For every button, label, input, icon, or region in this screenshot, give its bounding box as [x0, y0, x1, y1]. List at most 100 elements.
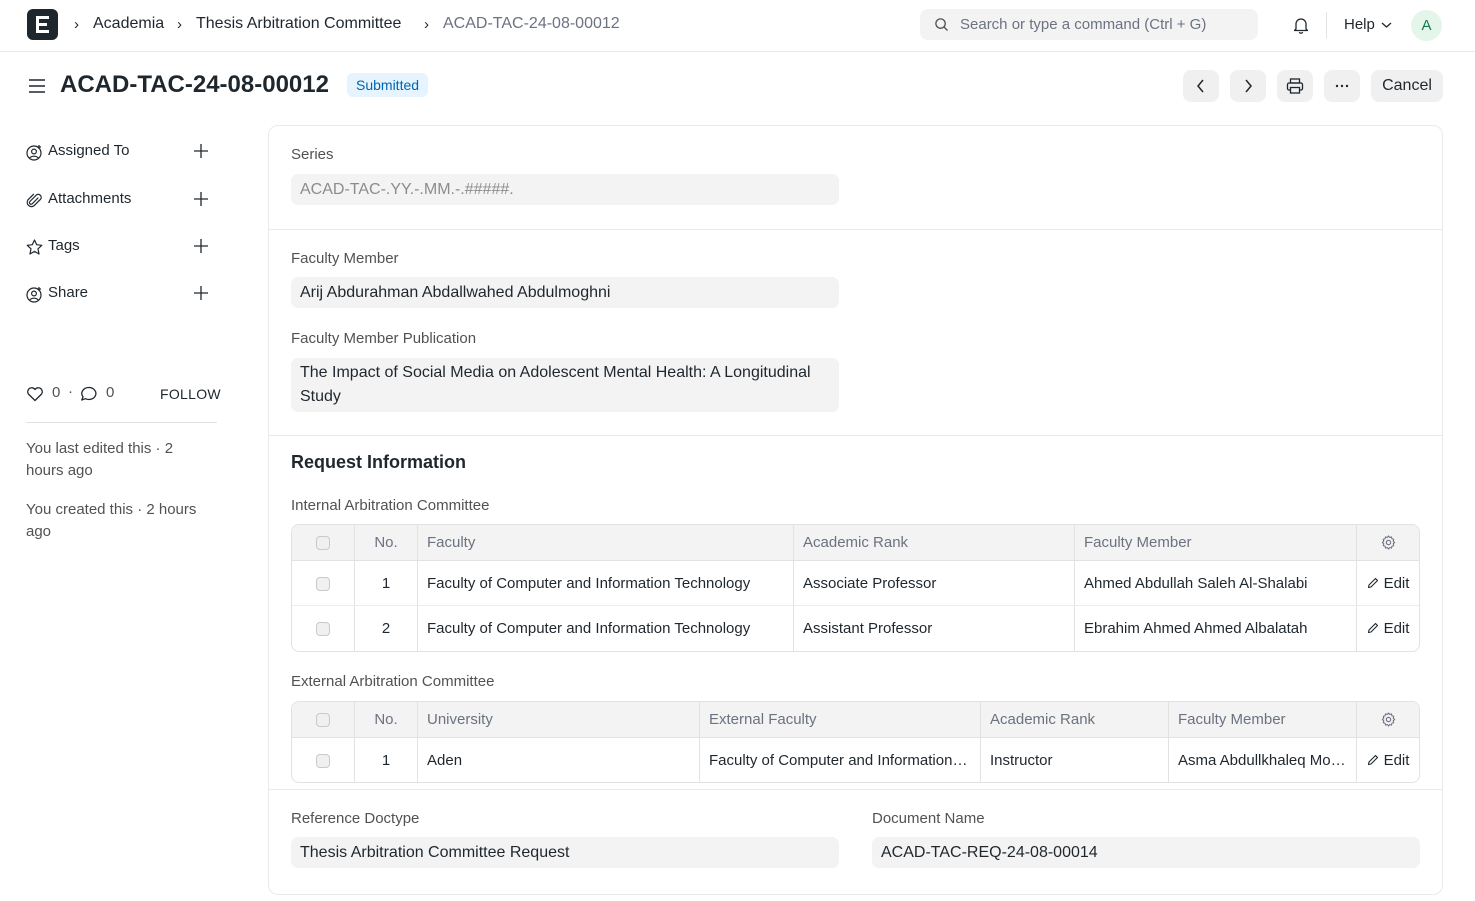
document-stats: 0 · 0 FOLLOW	[26, 383, 221, 423]
table-row[interactable]: 2 Faculty of Computer and Information Te…	[292, 606, 1419, 651]
print-button[interactable]	[1277, 70, 1313, 102]
notification-bell-icon[interactable]	[1291, 15, 1311, 35]
cell-academic-rank[interactable]: Assistant Professor	[794, 606, 1075, 651]
breadcrumb-academia[interactable]: Academia	[93, 15, 164, 33]
cell-academic-rank[interactable]: Associate Professor	[794, 561, 1075, 605]
reference-doctype-field[interactable]: Thesis Arbitration Committee Request	[291, 837, 839, 868]
row-select-cell	[292, 606, 355, 651]
column-header-academic-rank: Academic Rank	[794, 525, 1075, 560]
cell-faculty-member[interactable]: Ebrahim Ahmed Ahmed Albalatah	[1075, 606, 1357, 651]
cell-faculty[interactable]: Faculty of Computer and Information Tech…	[418, 561, 794, 605]
edit-label: Edit	[1383, 575, 1410, 592]
comment-count: 0	[106, 384, 115, 401]
search-bar[interactable]	[920, 9, 1258, 40]
previous-document-button[interactable]	[1183, 70, 1219, 102]
publication-field[interactable]: The Impact of Social Media on Adolescent…	[291, 358, 839, 412]
sidebar-item-share[interactable]: Share	[26, 283, 216, 307]
more-actions-button[interactable]	[1324, 70, 1360, 102]
add-icon[interactable]	[194, 286, 208, 300]
select-all-checkbox[interactable]	[316, 713, 330, 728]
table-header: No. University External Faculty Academic…	[292, 702, 1419, 738]
cell-academic-rank[interactable]: Instructor	[981, 738, 1169, 782]
cell-external-faculty[interactable]: Faculty of Computer and Information Tech…	[700, 738, 981, 782]
comment-icon[interactable]	[80, 386, 98, 402]
row-edit-button[interactable]: Edit	[1357, 606, 1419, 651]
cell-university[interactable]: Aden	[418, 738, 700, 782]
edit-label: Edit	[1383, 620, 1410, 637]
status-badge: Submitted	[347, 73, 429, 97]
gear-icon[interactable]	[1381, 535, 1396, 550]
row-number: 1	[355, 738, 418, 782]
column-settings-cell	[1357, 525, 1419, 560]
navbar-divider	[1326, 12, 1327, 38]
row-checkbox[interactable]	[316, 577, 330, 592]
next-document-button[interactable]	[1230, 70, 1266, 102]
row-checkbox[interactable]	[316, 754, 330, 769]
add-icon[interactable]	[194, 144, 208, 158]
chevron-right-icon: ›	[74, 16, 79, 33]
column-header-external-faculty: External Faculty	[700, 702, 981, 737]
cell-faculty-member[interactable]: Ahmed Abdullah Saleh Al-Shalabi	[1075, 561, 1357, 605]
column-header-faculty-member: Faculty Member	[1075, 525, 1357, 560]
row-number: 1	[355, 561, 418, 605]
chevron-left-icon	[1197, 79, 1204, 93]
table-row[interactable]: 1 Faculty of Computer and Information Te…	[292, 561, 1419, 606]
row-number: 2	[355, 606, 418, 651]
sidebar-item-tags[interactable]: Tags	[26, 236, 216, 260]
cell-faculty-member[interactable]: Asma Abdullkhaleq Mohammed	[1169, 738, 1357, 782]
column-header-no: No.	[355, 525, 418, 560]
sidebar-item-assigned-to[interactable]: Assigned To	[26, 141, 216, 165]
sidebar-item-label: Tags	[48, 237, 80, 254]
breadcrumb-doctype[interactable]: Thesis Arbitration Committee	[196, 15, 401, 33]
publication-label: Faculty Member Publication	[291, 330, 477, 347]
sidebar-item-label: Attachments	[48, 190, 132, 207]
heart-icon[interactable]	[26, 386, 44, 402]
navbar: › Academia › Thesis Arbitration Committe…	[0, 0, 1475, 52]
sidebar-toggle-icon[interactable]	[28, 78, 46, 94]
select-all-checkbox[interactable]	[316, 536, 330, 551]
series-label: Series	[291, 146, 334, 163]
printer-icon	[1286, 78, 1304, 94]
breadcrumb-document[interactable]: ACAD-TAC-24-08-00012	[443, 15, 620, 33]
add-icon[interactable]	[194, 239, 208, 253]
section-divider	[268, 435, 1443, 436]
gear-icon[interactable]	[1381, 712, 1396, 727]
chevron-down-icon[interactable]	[1381, 21, 1392, 29]
series-field: ACAD-TAC-.YY.-.MM.-.#####.	[291, 174, 839, 205]
pencil-icon	[1367, 622, 1378, 634]
user-avatar[interactable]: A	[1411, 10, 1442, 41]
row-checkbox[interactable]	[316, 622, 330, 637]
cell-faculty[interactable]: Faculty of Computer and Information Tech…	[418, 606, 794, 651]
sidebar-item-label: Share	[48, 284, 89, 301]
row-edit-button[interactable]: Edit	[1357, 561, 1419, 605]
help-menu[interactable]: Help	[1344, 16, 1375, 33]
tag-icon	[26, 239, 43, 255]
document-name-field[interactable]: ACAD-TAC-REQ-24-08-00014	[872, 837, 1420, 868]
follow-button[interactable]: FOLLOW	[160, 386, 221, 402]
table-row[interactable]: 1 Aden Faculty of Computer and Informati…	[292, 738, 1419, 782]
pencil-icon	[1367, 754, 1378, 766]
table-header: No. Faculty Academic Rank Faculty Member	[292, 525, 1419, 561]
pencil-icon	[1367, 577, 1378, 589]
add-icon[interactable]	[194, 192, 208, 206]
external-committee-table: No. University External Faculty Academic…	[291, 701, 1420, 783]
row-select-cell	[292, 561, 355, 605]
row-edit-button[interactable]: Edit	[1357, 738, 1419, 782]
paperclip-icon	[26, 193, 42, 208]
internal-committee-table: No. Faculty Academic Rank Faculty Member…	[291, 524, 1420, 652]
page-title: ACAD-TAC-24-08-00012	[60, 71, 329, 98]
column-header-faculty: Faculty	[418, 525, 794, 560]
sidebar-item-attachments[interactable]: Attachments	[26, 189, 216, 213]
search-input[interactable]	[960, 9, 1250, 40]
like-count: 0	[52, 384, 61, 401]
faculty-member-field[interactable]: Arij Abdurahman Abdallwahed Abdulmoghni	[291, 277, 839, 308]
external-committee-label: External Arbitration Committee	[291, 673, 495, 690]
row-select-cell	[292, 738, 355, 782]
edit-label: Edit	[1383, 752, 1410, 769]
chevron-right-icon: ›	[177, 16, 182, 33]
section-divider	[268, 789, 1443, 790]
document-name-label: Document Name	[872, 810, 985, 827]
cancel-button[interactable]: Cancel	[1371, 70, 1443, 102]
search-icon	[935, 18, 948, 31]
app-logo[interactable]	[27, 9, 58, 40]
